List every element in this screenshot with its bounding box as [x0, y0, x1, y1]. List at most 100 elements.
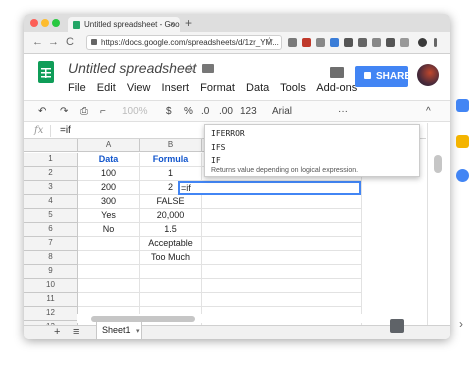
- grid-cell[interactable]: 1.5: [140, 223, 202, 237]
- menu-view[interactable]: View: [127, 82, 151, 94]
- grid-cell[interactable]: [202, 265, 362, 279]
- extension-icon[interactable]: [316, 38, 325, 47]
- grid-cell[interactable]: [202, 251, 362, 265]
- grid-cell[interactable]: [78, 251, 140, 265]
- redo-icon[interactable]: ↷: [60, 106, 68, 117]
- menu-addons[interactable]: Add-ons: [316, 82, 357, 94]
- select-all-corner[interactable]: [24, 139, 78, 152]
- sheets-logo-icon[interactable]: [38, 61, 54, 83]
- extension-icon[interactable]: [302, 38, 311, 47]
- paint-format-icon[interactable]: ⌐: [100, 106, 106, 117]
- active-cell-editor[interactable]: =if: [178, 181, 361, 195]
- grid-cell[interactable]: [140, 293, 202, 307]
- grid-cell[interactable]: [140, 279, 202, 293]
- row-number[interactable]: 3: [24, 181, 78, 195]
- grid-cell[interactable]: Formula: [140, 153, 202, 167]
- grid-cell[interactable]: Acceptable: [140, 237, 202, 251]
- undo-icon[interactable]: ↶: [38, 106, 46, 117]
- vertical-scrollbar[interactable]: [427, 123, 450, 325]
- share-button[interactable]: SHARE: [355, 66, 411, 87]
- row-number[interactable]: 9: [24, 265, 78, 279]
- reload-icon[interactable]: C: [66, 36, 74, 48]
- row-number[interactable]: 12: [24, 307, 78, 321]
- grid-cell[interactable]: [202, 237, 362, 251]
- more-formats-select[interactable]: 123: [240, 106, 257, 117]
- folder-icon[interactable]: [202, 64, 214, 73]
- extension-icon[interactable]: [330, 38, 339, 47]
- sheet-menu-icon[interactable]: ▾: [136, 328, 140, 335]
- close-window-button[interactable]: [30, 19, 38, 27]
- add-sheet-button[interactable]: +: [54, 326, 60, 338]
- grid-cell[interactable]: [202, 279, 362, 293]
- more-toolbar-icon[interactable]: ···: [338, 106, 348, 117]
- grid-cell[interactable]: [202, 293, 362, 307]
- font-select[interactable]: Arial: [272, 106, 292, 117]
- grid-cell[interactable]: [202, 223, 362, 237]
- calendar-icon[interactable]: [456, 99, 469, 112]
- url-input[interactable]: https://docs.google.com/spreadsheets/d/1…: [86, 35, 282, 50]
- row-number[interactable]: 1: [24, 153, 78, 167]
- row-number[interactable]: 6: [24, 223, 78, 237]
- minimize-window-button[interactable]: [41, 19, 49, 27]
- vertical-scroll-thumb[interactable]: [434, 155, 442, 173]
- menu-format[interactable]: Format: [200, 82, 235, 94]
- keep-icon[interactable]: [456, 135, 469, 148]
- autocomplete-item[interactable]: IFERROR: [211, 129, 245, 138]
- bookmark-star-icon[interactable]: ☆: [265, 36, 274, 47]
- row-number[interactable]: 2: [24, 167, 78, 181]
- column-header-a[interactable]: A: [78, 139, 140, 152]
- grid-cell[interactable]: Too Much: [140, 251, 202, 265]
- grid-cell[interactable]: 1: [140, 167, 202, 181]
- column-header-b[interactable]: B: [140, 139, 202, 152]
- currency-format-button[interactable]: $: [166, 106, 172, 117]
- back-icon[interactable]: ←: [32, 36, 43, 48]
- grid-cell[interactable]: FALSE: [140, 195, 202, 209]
- all-sheets-button[interactable]: ≡: [73, 326, 79, 338]
- grid-cell[interactable]: [78, 293, 140, 307]
- increase-decimal-button[interactable]: .00: [219, 106, 233, 117]
- comments-icon[interactable]: [330, 67, 344, 78]
- grid-cell[interactable]: 20,000: [140, 209, 202, 223]
- menu-file[interactable]: File: [68, 82, 86, 94]
- print-icon[interactable]: ⎙: [80, 106, 88, 117]
- autocomplete-item[interactable]: IFS: [211, 143, 225, 152]
- grid-cell[interactable]: Yes: [78, 209, 140, 223]
- row-number[interactable]: 5: [24, 209, 78, 223]
- menu-edit[interactable]: Edit: [97, 82, 116, 94]
- grid-cell[interactable]: 100: [78, 167, 140, 181]
- menu-data[interactable]: Data: [246, 82, 269, 94]
- grid-cell[interactable]: [78, 279, 140, 293]
- grid-cell[interactable]: No: [78, 223, 140, 237]
- document-title[interactable]: Untitled spreadsheet: [68, 60, 196, 76]
- autocomplete-item[interactable]: IF: [211, 156, 221, 165]
- row-number[interactable]: 10: [24, 279, 78, 293]
- collapse-toolbar-icon[interactable]: ^: [426, 106, 431, 117]
- extension-icon[interactable]: [358, 38, 367, 47]
- new-tab-button[interactable]: +: [185, 16, 192, 30]
- tasks-icon[interactable]: [456, 169, 469, 182]
- formula-input[interactable]: =if: [60, 125, 71, 136]
- extension-icon[interactable]: [344, 38, 353, 47]
- row-number[interactable]: 11: [24, 293, 78, 307]
- extension-icon[interactable]: [372, 38, 381, 47]
- grid-cell[interactable]: 300: [78, 195, 140, 209]
- sheet-tab[interactable]: Sheet1 ▾: [96, 322, 142, 339]
- row-number[interactable]: 8: [24, 251, 78, 265]
- explore-button[interactable]: [390, 319, 404, 333]
- extension-icon[interactable]: [400, 38, 409, 47]
- grid-cell[interactable]: [140, 265, 202, 279]
- grid-cell[interactable]: [78, 237, 140, 251]
- browser-menu-icon[interactable]: [434, 38, 437, 47]
- row-number[interactable]: 4: [24, 195, 78, 209]
- grid-cell[interactable]: [202, 209, 362, 223]
- forward-icon[interactable]: →: [48, 36, 59, 48]
- extension-icon[interactable]: [288, 38, 297, 47]
- grid-cell[interactable]: [202, 195, 362, 209]
- zoom-select[interactable]: 100%: [122, 106, 148, 117]
- browser-tab[interactable]: Untitled spreadsheet - Googl ×: [68, 17, 180, 32]
- side-panel-toggle-icon[interactable]: ›: [459, 317, 463, 331]
- tab-close-icon[interactable]: ×: [170, 19, 175, 29]
- avatar[interactable]: [417, 64, 439, 86]
- grid-cell[interactable]: Data: [78, 153, 140, 167]
- grid-cell[interactable]: [78, 265, 140, 279]
